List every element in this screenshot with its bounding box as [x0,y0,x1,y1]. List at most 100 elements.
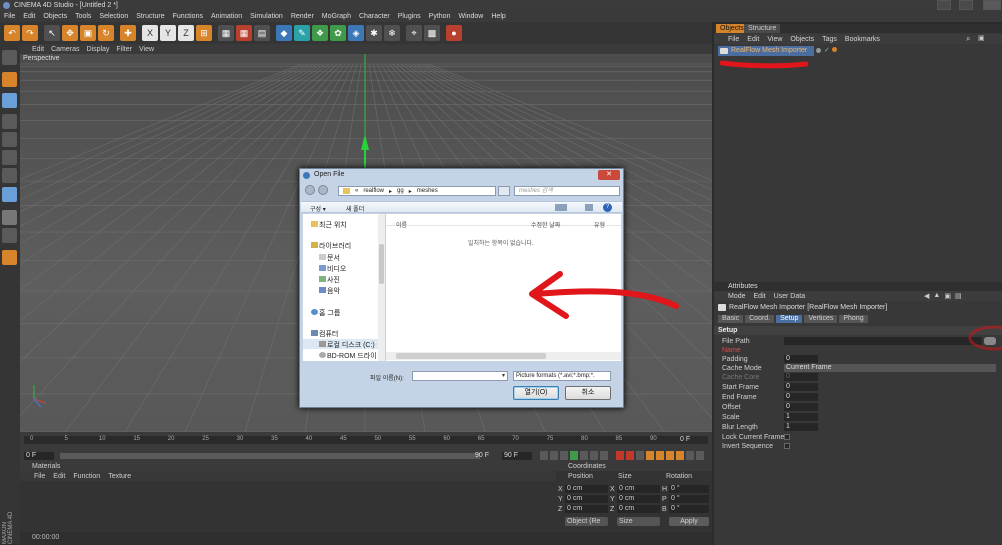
attr-tab-setup[interactable]: Setup [776,315,803,323]
points-mode-icon[interactable] [2,132,17,147]
close-button[interactable] [983,0,1001,10]
scale-field[interactable]: 1 [784,413,818,421]
search-icon[interactable]: ⌕ [966,35,974,43]
tab-structure[interactable]: Structure [744,24,781,33]
filename-dropdown-icon[interactable]: ▾ [502,372,505,379]
position-y-field[interactable]: 0 cm [565,495,608,503]
file-path-field[interactable] [784,337,982,345]
nav-pictures[interactable]: 사진 [327,275,340,285]
back-button[interactable] [305,185,315,195]
goto-start-icon[interactable] [540,451,548,460]
attributes-tab[interactable]: Attributes [714,282,1002,291]
tab-objects[interactable]: Objects [716,24,748,33]
render-view-icon[interactable]: ▦ [218,25,234,41]
x-axis-icon[interactable]: X [142,25,158,41]
menu-window[interactable]: Window [458,13,483,20]
cache-core-field[interactable]: 0 [784,373,818,381]
objects-menu-edit[interactable]: Edit [747,36,759,43]
preview-pane-icon[interactable] [585,204,593,211]
menu-file[interactable]: File [4,13,15,20]
camera-icon[interactable]: ⌖ [406,25,422,41]
attr-tab-coord[interactable]: Coord. [745,315,775,323]
nav-music[interactable]: 음악 [327,286,340,296]
nav-scrollbar[interactable] [378,214,385,361]
maximize-button[interactable] [959,0,973,10]
apply-button[interactable]: Apply [669,517,709,526]
menu-plugins[interactable]: Plugins [398,13,421,20]
breadcrumb-realflow[interactable]: realflow [363,188,384,194]
light-icon[interactable]: ▩ [424,25,440,41]
checker-icon[interactable] [2,210,17,225]
coordinate-system-icon[interactable]: ⊞ [196,25,212,41]
menu-python[interactable]: Python [429,13,451,20]
cancel-button[interactable]: 취소 [565,386,611,400]
size-z-field[interactable]: 0 cm [617,505,660,513]
attr-tab-vertices[interactable]: Vertices [804,315,838,323]
offset-field[interactable]: 0 [784,403,818,411]
refresh-button[interactable] [498,186,510,196]
spline-icon[interactable]: ✎ [294,25,310,41]
address-bar[interactable]: « realflow ▸ gg ▸ meshes [338,186,496,196]
nav-computer[interactable]: 컴퓨터 [319,329,338,339]
file-list[interactable]: 이름 수정한 날짜 유형 일치하는 항목이 없습니다. [386,214,679,361]
record-key-icon[interactable] [616,451,624,460]
attributes-menu-userdata[interactable]: User Data [774,293,806,300]
rotation-h-field[interactable]: 0 ° [669,485,709,493]
nav-bd-rom[interactable]: BD-ROM 드라이 [327,351,377,361]
rotation-p-field[interactable]: 0 ° [669,495,709,503]
materials-menu-file[interactable]: File [34,473,45,480]
view-options-icon[interactable] [555,204,567,211]
axis-mode-icon[interactable] [2,114,17,129]
move-icon[interactable]: ✥ [62,25,78,41]
lock-current-frame-checkbox[interactable] [784,434,790,440]
environment-icon[interactable]: ❄ [384,25,400,41]
autokey-icon[interactable] [626,451,634,460]
padding-field[interactable]: 0 [784,355,818,363]
viewport-menu-filter[interactable]: Filter [116,46,132,53]
undo-icon[interactable]: ↶ [4,25,20,41]
coordinate-mode-select[interactable]: Object (Re [565,517,608,526]
forward-button[interactable] [318,185,328,195]
viewport-menu-edit[interactable]: Edit [32,46,44,53]
nav-documents[interactable]: 문서 [327,253,340,263]
cube-icon[interactable]: ◆ [276,25,292,41]
keyframe-selection-icon[interactable] [636,451,644,460]
nav-video[interactable]: 비디오 [327,264,346,274]
paint-icon[interactable] [2,250,17,265]
attributes-menu-mode[interactable]: Mode [728,293,746,300]
prev-key-icon[interactable] [550,451,558,460]
lock-icon[interactable]: ▣ [944,292,951,300]
enabled-check-icon[interactable]: ✓ [824,47,830,54]
objects-menu-objects[interactable]: Objects [790,36,814,43]
menu-edit[interactable]: Edit [23,13,35,20]
materials-menu-texture[interactable]: Texture [108,473,131,480]
goto-end-icon[interactable] [600,451,608,460]
breadcrumb-meshes[interactable]: meshes [417,188,438,194]
open-button[interactable]: 열기(O) [513,386,559,400]
start-frame-field[interactable]: 0 [784,383,818,391]
z-axis-icon[interactable]: Z [178,25,194,41]
menu-simulation[interactable]: Simulation [250,13,283,20]
attributes-menu-edit[interactable]: Edit [754,293,766,300]
back-arrow-icon[interactable]: ◀ [924,292,929,300]
nav-homegroup[interactable]: 홈 그룹 [319,308,340,318]
rotation-key-icon[interactable] [666,451,674,460]
layer-dot-icon[interactable] [816,48,821,53]
nav-local-disk[interactable]: 로컬 디스크 (C:) [327,340,375,350]
panel-config-icon[interactable]: ▣ [978,35,986,43]
render-settings-icon[interactable]: ▤ [254,25,270,41]
up-arrow-icon[interactable]: ▲ [933,292,940,300]
column-name[interactable]: 이름 [396,220,407,229]
objects-menu-file[interactable]: File [728,36,739,43]
select-arrow-icon[interactable]: ↖ [44,25,60,41]
prev-frame-icon[interactable] [560,451,568,460]
column-date[interactable]: 수정한 날짜 [531,220,560,229]
menu-functions[interactable]: Functions [173,13,203,20]
next-key-icon[interactable] [590,451,598,460]
viewport-menu-cameras[interactable]: Cameras [51,46,79,53]
tweak-mode-icon[interactable] [2,187,17,202]
breadcrumb-gg[interactable]: gg [397,188,404,194]
attr-tab-basic[interactable]: Basic [718,315,744,323]
end-frame-field[interactable]: 0 [784,393,818,401]
pla-key-icon[interactable] [686,451,694,460]
